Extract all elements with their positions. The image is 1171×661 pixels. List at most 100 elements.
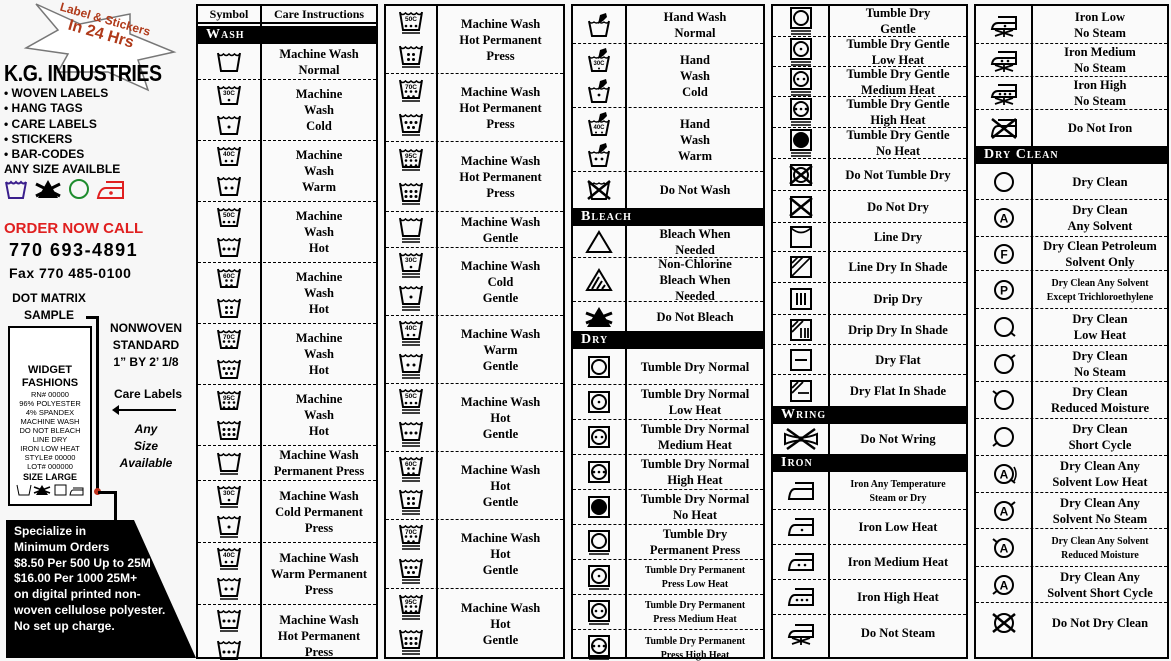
care-instruction-line: Gentle: [482, 563, 519, 577]
care-row: A Dry Clean Any Solvent: [976, 200, 1167, 237]
symbol-cell: A: [976, 200, 1031, 236]
care-instruction-label: Dry Clean Any Solvent Reduced Moisture: [1051, 534, 1148, 562]
care-instruction-line: Gentle: [482, 290, 519, 305]
section-header-wring: Wring: [773, 406, 966, 424]
symbol-cell: [976, 77, 1031, 109]
tub-5dot-icon: [216, 357, 242, 381]
care-instruction-label: Machine Wash Hot Permanent Press: [459, 16, 541, 64]
svg-text:A: A: [999, 468, 1008, 482]
care-instruction-line: High Heat: [870, 113, 926, 127]
care-instruction-line: Low Heat: [668, 403, 722, 417]
care-instruction-text: Dry Clean Any Solvent Reduced Moisture: [1040, 529, 1161, 566]
care-instruction-line: Solvent Low Heat: [1052, 475, 1148, 489]
promo-line: Minimum Orders: [14, 539, 110, 554]
care-instruction-line: Iron Medium Heat: [847, 555, 949, 569]
care-instruction-line: Dry Clean Any Solvent: [1051, 534, 1149, 547]
tub-4dot-pp-icon: [398, 43, 424, 70]
symbol-cell: [573, 560, 625, 594]
care-labels-text: Care Labels: [113, 387, 183, 401]
care-instruction-line: Tumble Dry Gentle: [846, 36, 950, 51]
care-instruction-text: Machine Wash Hot: [262, 324, 376, 384]
care-instruction-line: Machine: [295, 148, 343, 162]
order-now-call: ORDER NOW CALL: [4, 220, 144, 237]
svg-text:50C: 50C: [405, 16, 417, 23]
care-instruction-line: Dry Flat: [875, 352, 921, 367]
symbol-cell: 70C: [198, 324, 260, 384]
symbol-cell: [386, 212, 436, 247]
care-instruction-line: Drip Dry In Shade: [848, 322, 948, 337]
care-instruction-line: Bleach When: [659, 226, 731, 241]
care-instruction-line: Wash: [304, 103, 334, 117]
care-instruction-text: Machine Wash Cold Permanent Press: [262, 481, 376, 542]
tub-3dot-pp-icon: [216, 638, 242, 661]
line-dry-icon: [789, 225, 813, 249]
symbol-cell: 60C: [198, 263, 260, 323]
care-instruction-label: Machine Wash Permanent Press: [274, 447, 364, 479]
care-instruction-label: Machine Wash Cold Permanent Press: [275, 488, 363, 536]
promo-line: $8.50 Per 500 Up to 25M: [14, 555, 151, 570]
section-header-bleach: Bleach: [573, 208, 763, 226]
care-instruction-line: Gentle: [482, 633, 519, 647]
care-instruction-line: Tumble Dry Normal: [640, 422, 750, 436]
fax-number: Fax 770 485-0100: [9, 265, 132, 281]
care-row: Iron High Heat: [773, 580, 966, 615]
care-instruction-label: Do Not Steam: [861, 625, 935, 641]
svg-text:30C: 30C: [593, 61, 605, 67]
phone-number[interactable]: 770 693-4891: [9, 240, 138, 261]
promo-sidebar: Label & Stickers In 24 Hrs K.G. INDUSTRI…: [0, 0, 196, 661]
symbol-cell: [573, 226, 625, 257]
symbol-cell: [573, 349, 625, 384]
care-row: Do Not Iron: [976, 110, 1167, 146]
care-instruction-line: Short Cycle: [1068, 438, 1132, 452]
tumble-3dot-gentle-icon: [789, 97, 813, 127]
care-instruction-label: Dry Clean Petroleum Solvent Only: [1043, 238, 1157, 270]
care-instruction-line: Wash: [304, 225, 334, 239]
do-not-tumble-icon: [787, 163, 815, 187]
care-instruction-label: Tumble Dry Permanent Press Low Heat: [645, 563, 745, 591]
care-instruction-label: Iron Medium No Steam: [1064, 44, 1136, 76]
symbol-cell: [773, 159, 828, 190]
care-instruction-label: Machine Wash Cold: [296, 86, 343, 134]
care-instruction-line: Gentle: [482, 426, 519, 441]
care-instruction-text: Machine Wash Warm Gentle: [438, 316, 563, 383]
sample-label-line: LOT# 000000: [27, 462, 73, 471]
symbol-cell: 40C: [198, 141, 260, 201]
symbol-cell: [773, 424, 828, 454]
care-instruction-label: Dry Flat In Shade: [850, 383, 946, 399]
care-instruction-line: Any Solvent: [1067, 219, 1133, 233]
care-row: Hand Wash Normal: [573, 6, 763, 44]
header-care-instructions: Care Instructions: [262, 6, 376, 24]
care-row: Bleach When Needed: [573, 226, 763, 258]
symbol-cell: 95C: [386, 142, 436, 211]
hand-wash-icon: [586, 12, 612, 38]
care-instruction-text: Drip Dry: [830, 283, 966, 314]
care-instruction-line: Wash: [680, 68, 710, 83]
care-row: Iron Medium Heat: [773, 545, 966, 580]
connector-line: [96, 316, 99, 492]
tub-6dot-gentle-icon: [398, 627, 424, 657]
svg-text:F: F: [1000, 247, 1007, 261]
care-instruction-text: Iron Medium No Steam: [1033, 44, 1167, 76]
care-instruction-text: Dry Clean Petroleum Solvent Only: [1033, 237, 1167, 270]
care-instruction-line: Hand: [680, 52, 710, 67]
tub-2dot-gentle-icon: [398, 351, 424, 381]
care-row: 50C Machine Wash Hot Gentle: [386, 384, 563, 452]
care-instruction-line: Hot Permanent: [277, 629, 361, 643]
symbol-cell: [573, 630, 625, 661]
symbol-cell: [198, 605, 260, 661]
care-row: Line Dry In Shade: [773, 252, 966, 283]
symbol-cell: 40C: [386, 316, 436, 383]
symbol-cell: A: [976, 529, 1031, 566]
service-item: • BAR-CODES: [4, 147, 85, 162]
care-instruction-text: Dry Clean Any Solvent No Steam: [1033, 493, 1167, 528]
care-instruction-text: Tumble Dry Permanent Press Medium Heat: [634, 595, 756, 629]
care-row: Tumble Dry Permanent Press: [573, 525, 763, 560]
care-instruction-line: Machine: [295, 87, 343, 101]
care-instruction-line: Wash: [304, 164, 334, 178]
care-instruction-line: Hot: [308, 363, 330, 377]
care-instruction-label: Iron High No Steam: [1074, 77, 1127, 109]
left-arrow-icon: [112, 405, 176, 415]
care-instruction-line: Hot Permanent: [459, 100, 542, 115]
care-instruction-label: Tumble Dry Normal: [641, 359, 750, 375]
care-row: Machine Wash Hot Permanent Press: [198, 605, 376, 661]
